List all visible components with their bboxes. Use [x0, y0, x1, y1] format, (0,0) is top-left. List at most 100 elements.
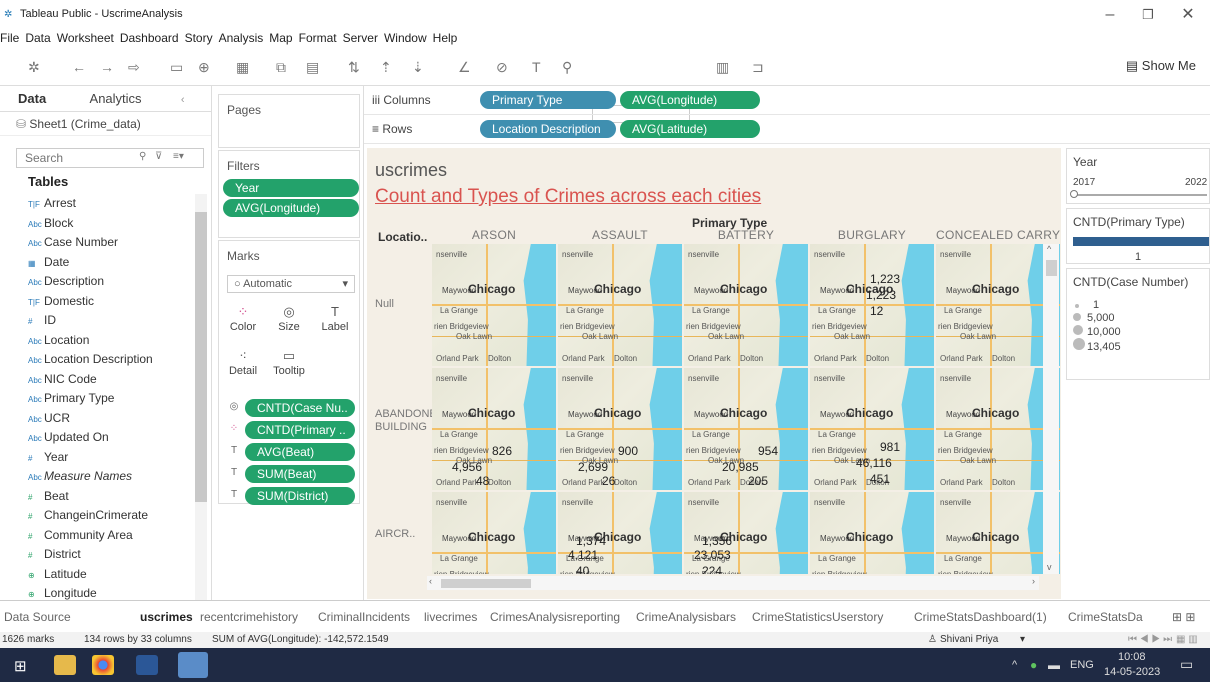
battery-icon[interactable]: ▬ — [1048, 658, 1060, 672]
field-item[interactable]: Abc Location — [28, 331, 198, 351]
map-cell[interactable]: nsenvilleMaywoodChicagoLa Grangerien Bri… — [558, 244, 682, 366]
presentation-icon[interactable]: ⊐ — [752, 58, 764, 76]
field-item[interactable]: # Community Area — [28, 526, 198, 546]
new-worksheet-icon[interactable]: ▦ — [236, 58, 249, 76]
field-item[interactable]: Abc Description — [28, 272, 198, 292]
marks-pill-sum-district[interactable]: SUM(District) — [245, 487, 355, 505]
field-item[interactable]: T|F Arrest — [28, 194, 198, 214]
clock-date[interactable]: 14-05-2023 — [1104, 666, 1160, 678]
field-item[interactable]: Abc Measure Names — [28, 467, 198, 487]
filter-icon[interactable]: ⊽ — [155, 151, 162, 162]
pages-card[interactable]: Pages — [218, 94, 360, 148]
sheet-tab[interactable]: CrimesAnalysisreporting — [490, 610, 620, 624]
menu-story[interactable]: Story — [185, 28, 213, 48]
marks-pill-avg-beat[interactable]: AVG(Beat) — [245, 443, 355, 461]
rows-pill-avg-latitude[interactable]: AVG(Latitude) — [620, 120, 760, 138]
field-item[interactable]: Abc Case Number — [28, 233, 198, 253]
minimize-button[interactable]: – — [1090, 2, 1130, 28]
word-icon[interactable] — [136, 655, 158, 675]
map-cell[interactable]: nsenvilleMaywoodChicagoLa Grangerien Bri… — [684, 244, 808, 366]
column-header[interactable]: ARSON — [432, 228, 556, 242]
scroll-left-icon[interactable]: ‹ — [429, 576, 432, 586]
status-user[interactable]: Shivani Priya — [940, 632, 998, 648]
map-cell[interactable]: nsenvilleMaywoodChicagoLa Grangerien Bri… — [432, 492, 556, 574]
detail-button[interactable]: ⁖ Detail — [225, 347, 261, 387]
tab-data[interactable]: Data — [18, 86, 46, 112]
map-cell[interactable]: nsenvilleMaywoodChicagoLa Grangerien Bri… — [684, 368, 808, 490]
sheet-tab[interactable]: recentcrimehistory — [200, 610, 298, 624]
field-item[interactable]: # ChangeinCrimerate — [28, 506, 198, 526]
windows-start-icon[interactable]: ⊞ — [14, 657, 27, 675]
data-source[interactable]: ⛁ Sheet1 (Crime_data) — [0, 112, 211, 136]
replay-icon[interactable]: ⇨ — [128, 58, 140, 76]
map-cell[interactable]: nsenvilleMaywoodChicagoLa Grangerien Bri… — [936, 244, 1060, 366]
labels-icon[interactable]: T — [532, 58, 541, 76]
row-header[interactable]: AIRCR.. — [375, 528, 415, 541]
tableau-taskbar-icon[interactable] — [178, 652, 208, 678]
menu-dashboard[interactable]: Dashboard — [120, 28, 179, 48]
sheet-tab[interactable]: livecrimes — [424, 610, 477, 624]
column-header[interactable]: BURGLARY — [810, 228, 934, 242]
rows-shelf[interactable]: ≡ Rows Location Description AVG(Latitude… — [364, 115, 1210, 144]
menu-data[interactable]: Data — [25, 28, 50, 48]
scroll-right-icon[interactable]: › — [1032, 576, 1035, 586]
color-button[interactable]: ⁘ Color — [225, 303, 261, 343]
view-horizontal-scrollbar[interactable]: ‹ › — [427, 576, 1039, 590]
field-item[interactable]: # Beat — [28, 487, 198, 507]
sheet-tab[interactable]: CrimeStatsDashboard(1) — [914, 610, 1047, 624]
tooltip-button[interactable]: ▭ Tooltip — [271, 347, 307, 387]
year-slider[interactable] — [1073, 194, 1207, 196]
show-me-button[interactable]: ▤ Show Me — [1126, 58, 1196, 74]
menu-file[interactable]: File — [0, 28, 19, 48]
field-item[interactable]: Abc Updated On — [28, 428, 198, 448]
view-vertical-scrollbar[interactable]: ^ v — [1043, 244, 1059, 574]
undo-icon[interactable]: ← — [72, 58, 86, 76]
search-input[interactable] — [17, 149, 127, 167]
sheet-tab[interactable]: CrimeStatisticsUserstory — [752, 610, 883, 624]
menu-window[interactable]: Window — [384, 28, 427, 48]
field-item[interactable]: Abc UCR — [28, 409, 198, 429]
language-indicator[interactable]: ENG — [1070, 659, 1094, 671]
field-item[interactable]: Abc NIC Code — [28, 370, 198, 390]
field-item[interactable]: Abc Location Description — [28, 350, 198, 370]
field-item[interactable]: # District — [28, 545, 198, 565]
map-cell[interactable]: nsenvilleMaywoodChicagoLa Grangerien Bri… — [684, 492, 808, 574]
marks-pill-cntd-primary[interactable]: CNTD(Primary .. — [245, 421, 355, 439]
tab-analytics[interactable]: Analytics — [90, 86, 142, 112]
tray-chevron-icon[interactable]: ^ — [1012, 659, 1017, 671]
map-cell[interactable]: nsenvilleMaywoodChicagoLa Grangerien Bri… — [558, 368, 682, 490]
sheet-tab[interactable]: CriminalIncidents — [318, 610, 410, 624]
highlight-icon[interactable]: ∠ — [458, 58, 471, 76]
duplicate-icon[interactable]: ⧉ — [276, 58, 286, 76]
marks-pill-sum-beat[interactable]: SUM(Beat) — [245, 465, 355, 483]
map-cell[interactable]: nsenvilleMaywoodChicagoLa Grangerien Bri… — [810, 244, 934, 366]
row-header[interactable]: ABANDONED BUILDING — [375, 408, 445, 434]
sheet-tab[interactable]: Data Source — [4, 610, 71, 624]
sheet-tab[interactable]: uscrimes — [140, 610, 193, 624]
group-icon[interactable]: ⊘ — [496, 58, 508, 76]
column-header[interactable]: BATTERY — [684, 228, 808, 242]
scroll-down-icon[interactable]: v — [1047, 562, 1052, 572]
field-item[interactable]: T|F Domestic — [28, 292, 198, 312]
filter-pill-avg-longitude[interactable]: AVG(Longitude) — [223, 199, 359, 217]
filter-pill-year[interactable]: Year — [223, 179, 359, 197]
search-icon[interactable]: ⚲ — [139, 151, 146, 162]
map-cell[interactable]: nsenvilleMaywoodChicagoLa Grangerien Bri… — [432, 244, 556, 366]
mark-type-dropdown[interactable]: ○ Automatic ▾ — [227, 275, 355, 293]
rows-pill-location-description[interactable]: Location Description — [480, 120, 616, 138]
field-item[interactable]: Abc Block — [28, 214, 198, 234]
columns-pill-primary-type[interactable]: Primary Type — [480, 91, 616, 109]
map-cell[interactable]: nsenvilleMaywoodChicagoLa Grangerien Bri… — [558, 492, 682, 574]
notification-icon[interactable]: ▭ — [1180, 656, 1193, 673]
marks-pill-cntd-case[interactable]: CNTD(Case Nu.. — [245, 399, 355, 417]
swap-icon[interactable]: ⇅ — [348, 58, 360, 76]
column-header[interactable]: ASSAULT — [558, 228, 682, 242]
map-cell[interactable]: nsenvilleMaywoodChicagoLa Grangerien Bri… — [936, 492, 1060, 574]
show-cards-icon[interactable]: ▥ — [716, 58, 729, 76]
menu-worksheet[interactable]: Worksheet — [57, 28, 114, 48]
chevron-down-icon[interactable]: ▾ — [1020, 632, 1025, 648]
new-datasource-icon[interactable]: ⊕ — [198, 58, 210, 76]
close-button[interactable]: ✕ — [1168, 2, 1208, 28]
scroll-up-icon[interactable]: ^ — [1047, 244, 1051, 254]
menu-format[interactable]: Format — [299, 28, 337, 48]
